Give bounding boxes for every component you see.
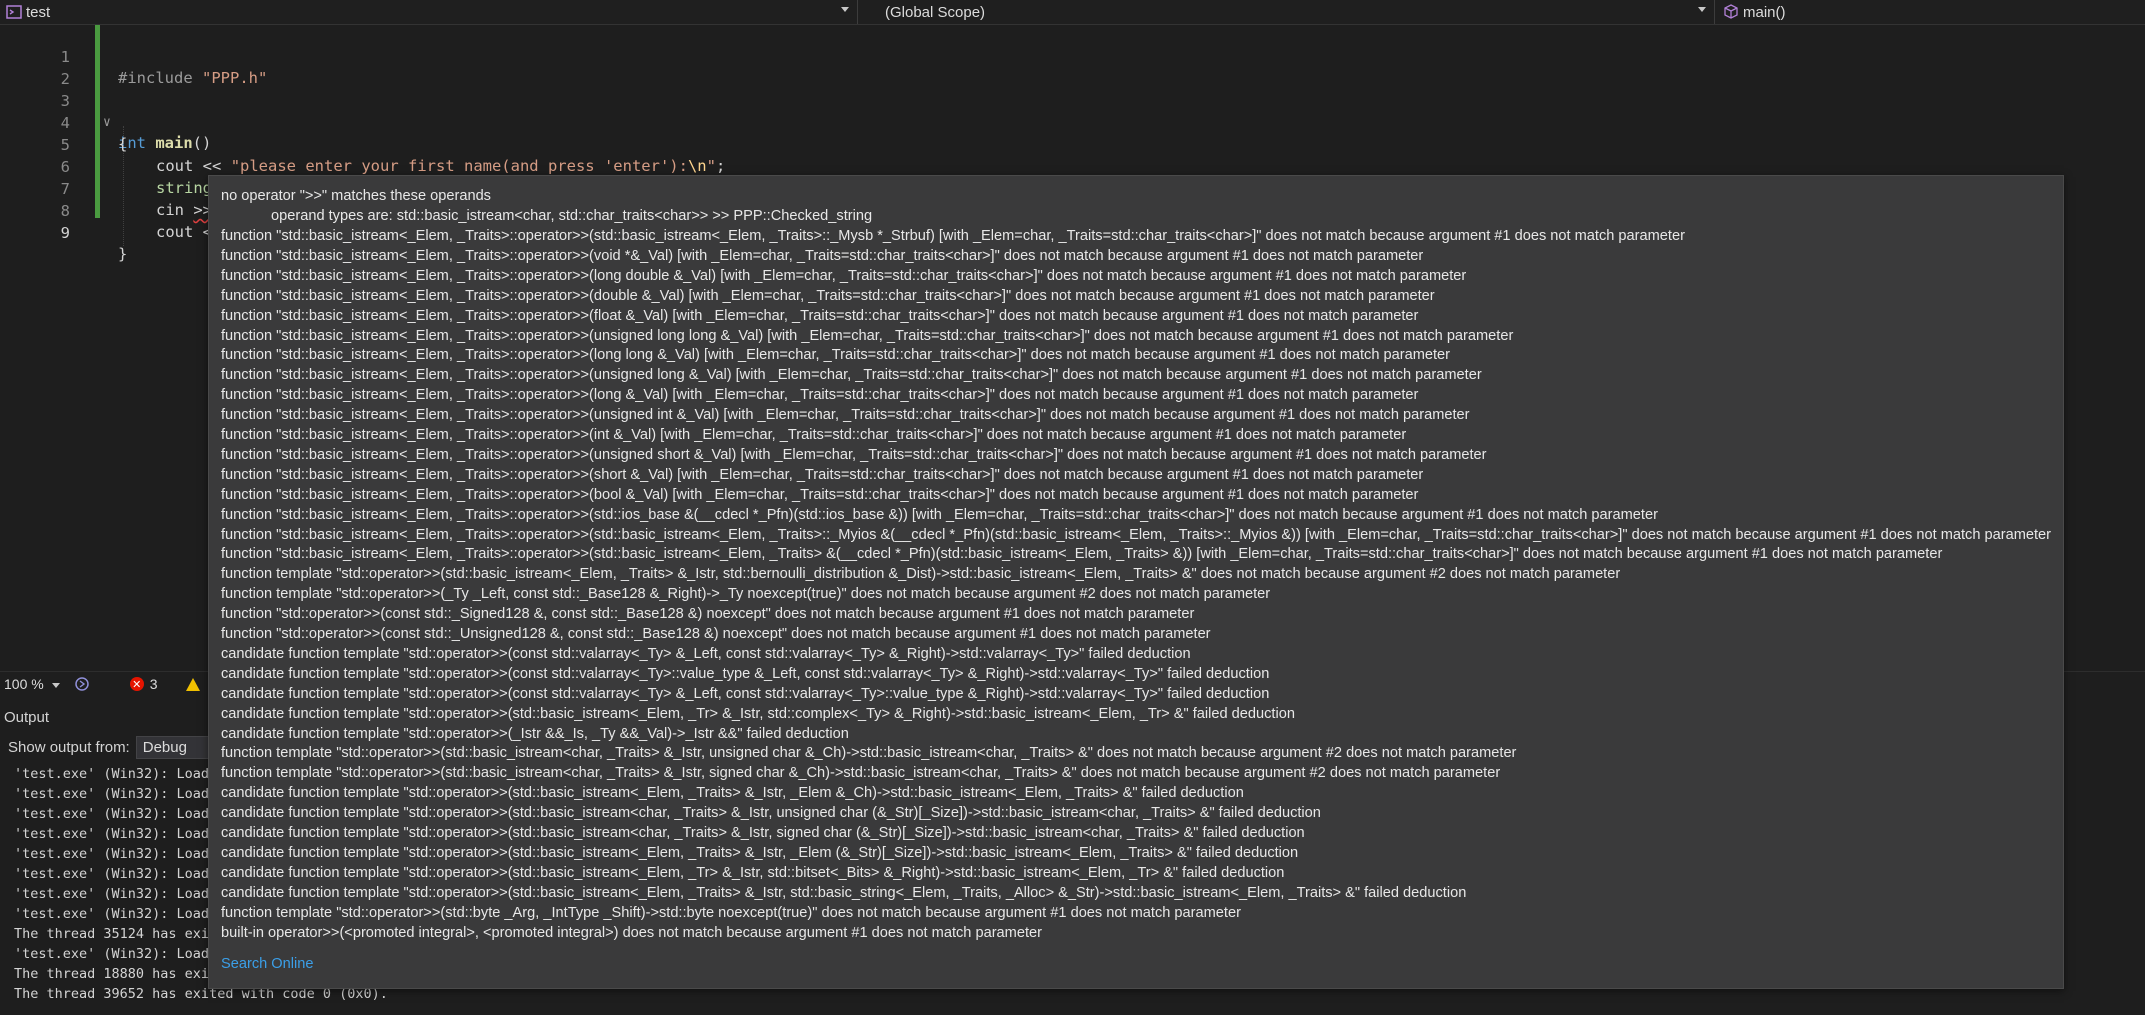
tooltip-candidate-line: function template "std::operator>>(std::… (221, 904, 1241, 921)
tooltip-candidate-line: function "std::basic_istream<_Elem, _Tra… (221, 247, 1424, 264)
tooltip-candidate-line: function "std::basic_istream<_Elem, _Tra… (221, 347, 1451, 364)
tooltip-candidate-line: candidate function template "std::operat… (221, 805, 1321, 822)
tooltip-candidate-line: function "std::basic_istream<_Elem, _Tra… (221, 327, 1514, 344)
tooltip-operand-types: operand types are: std::basic_istream<ch… (271, 208, 873, 224)
navigation-bar: test (Global Scope) main() (0, 0, 2145, 25)
error-count-badge[interactable]: ✕ 3 (129, 676, 158, 692)
code-line[interactable]: 1 #include "PPP.h" (0, 26, 2145, 87)
cpp-project-icon (6, 5, 22, 19)
tooltip-candidate-line: function "std::basic_istream<_Elem, _Tra… (221, 526, 2051, 543)
output-line: 'test.exe' (Win32): Load (14, 806, 210, 822)
tooltip-candidate-line: function "std::basic_istream<_Elem, _Tra… (221, 287, 1435, 304)
tooltip-candidate-line: candidate function template "std::operat… (221, 685, 1270, 702)
tooltip-candidate-line: function "std::basic_istream<_Elem, _Tra… (221, 446, 1487, 463)
brace-close: } (118, 245, 128, 263)
code-line[interactable]: 6 string first_name; (0, 136, 2145, 197)
chevron-down-icon (1698, 7, 1706, 12)
output-line: 'test.exe' (Win32): Load (14, 906, 210, 922)
scope-name: (Global Scope) (885, 3, 986, 21)
tooltip-candidate-line: function "std::operator>>(const std::_Si… (221, 606, 1195, 623)
output-line: 'test.exe' (Win32): Load (14, 866, 210, 882)
intellicode-icon[interactable] (74, 676, 90, 692)
project-name: test (26, 3, 51, 21)
tooltip-candidate-line: function template "std::operator>>(std::… (221, 566, 1621, 583)
tooltip-candidate-line: candidate function template "std::operat… (221, 884, 1467, 901)
code-line[interactable]: 4 { (0, 92, 2145, 153)
member-name: main() (1743, 3, 1786, 21)
project-dropdown[interactable]: test (0, 0, 858, 24)
tooltip-candidate-line: function "std::basic_istream<_Elem, _Tra… (221, 486, 1419, 503)
tooltip-candidate-line: function "std::basic_istream<_Elem, _Tra… (221, 427, 1407, 443)
tooltip-header: no operator ">>" matches these operands (221, 188, 491, 204)
output-line: 'test.exe' (Win32): Load (14, 786, 210, 802)
code-line[interactable]: 2 (0, 48, 2145, 88)
search-online-link[interactable]: Search Online (221, 956, 313, 972)
tooltip-candidate-line: function template "std::operator>>(_Ty _… (221, 586, 1271, 603)
tooltip-candidate-line: function "std::basic_istream<_Elem, _Tra… (221, 367, 1482, 384)
chevron-down-icon (841, 7, 849, 12)
show-output-label: Show output from: (8, 738, 130, 756)
code-text: cout < (156, 223, 212, 241)
scope-dropdown[interactable]: (Global Scope) (858, 0, 1715, 24)
tooltip-candidate-line: function "std::basic_istream<_Elem, _Tra… (221, 506, 1658, 523)
tooltip-candidate-line: candidate function template "std::operat… (221, 864, 1285, 881)
method-cube-icon (1724, 4, 1738, 19)
tooltip-candidate-line: candidate function template "std::operat… (221, 645, 1191, 662)
tooltip-candidate-line: function "std::basic_istream<_Elem, _Tra… (221, 228, 1685, 244)
tooltip-candidate-line: built-in operator>>(<promoted integral>,… (221, 924, 1042, 941)
output-line: 'test.exe' (Win32): Load (14, 826, 210, 842)
error-icon: ✕ (129, 677, 144, 691)
output-line: The thread 35124 has exit (14, 926, 218, 942)
tooltip-candidate-line: function "std::basic_istream<_Elem, _Tra… (221, 387, 1419, 404)
warning-icon[interactable] (185, 677, 200, 691)
tooltip-candidate-line: function template "std::operator>>(std::… (221, 745, 1517, 762)
tooltip-candidate-line: function "std::basic_istream<_Elem, _Tra… (221, 407, 1470, 424)
tooltip-candidate-line: function template "std::operator>>(std::… (221, 765, 1501, 782)
code-line[interactable]: 3 ∨ int main() (0, 70, 2145, 152)
chevron-down-icon (51, 682, 60, 688)
output-line: 'test.exe' (Win32): Load (14, 886, 210, 902)
output-line: 'test.exe' (Win32): Load (14, 946, 210, 962)
tooltip-candidate-line: candidate function template "std::operat… (221, 825, 1305, 841)
tooltip-candidate-line: function "std::basic_istream<_Elem, _Tra… (221, 546, 1943, 563)
tooltip-candidate-line: candidate function template "std::operat… (221, 725, 849, 742)
error-count: 3 (149, 676, 158, 692)
tooltip-candidate-line: function "std::basic_istream<_Elem, _Tra… (221, 466, 1424, 483)
output-line: 'test.exe' (Win32): Load (14, 846, 210, 862)
error-quickinfo-tooltip: no operator ">>" matches these operands … (208, 175, 2064, 989)
zoom-dropdown[interactable]: 100 % (4, 676, 60, 692)
line-number: 9 (60, 224, 70, 242)
tooltip-candidate-line: candidate function template "std::operat… (221, 665, 1270, 682)
tooltip-candidate-line: candidate function template "std::operat… (221, 785, 1244, 802)
output-line: The thread 18880 has exit (14, 966, 218, 982)
tooltip-candidate-line: candidate function template "std::operat… (221, 844, 1299, 861)
code-line[interactable]: 5 cout << "please enter your first name(… (0, 114, 2145, 175)
tooltip-candidate-line: function "std::basic_istream<_Elem, _Tra… (221, 307, 1419, 324)
zoom-level: 100 % (4, 676, 44, 692)
output-line: 'test.exe' (Win32): Load (14, 766, 210, 782)
member-dropdown[interactable]: main() (1715, 0, 2145, 24)
tooltip-candidate-line: candidate function template "std::operat… (221, 705, 1295, 722)
output-title: Output (4, 708, 50, 726)
tooltip-candidate-line: function "std::basic_istream<_Elem, _Tra… (221, 267, 1467, 284)
tooltip-candidate-line: function "std::operator>>(const std::_Un… (221, 626, 1211, 642)
